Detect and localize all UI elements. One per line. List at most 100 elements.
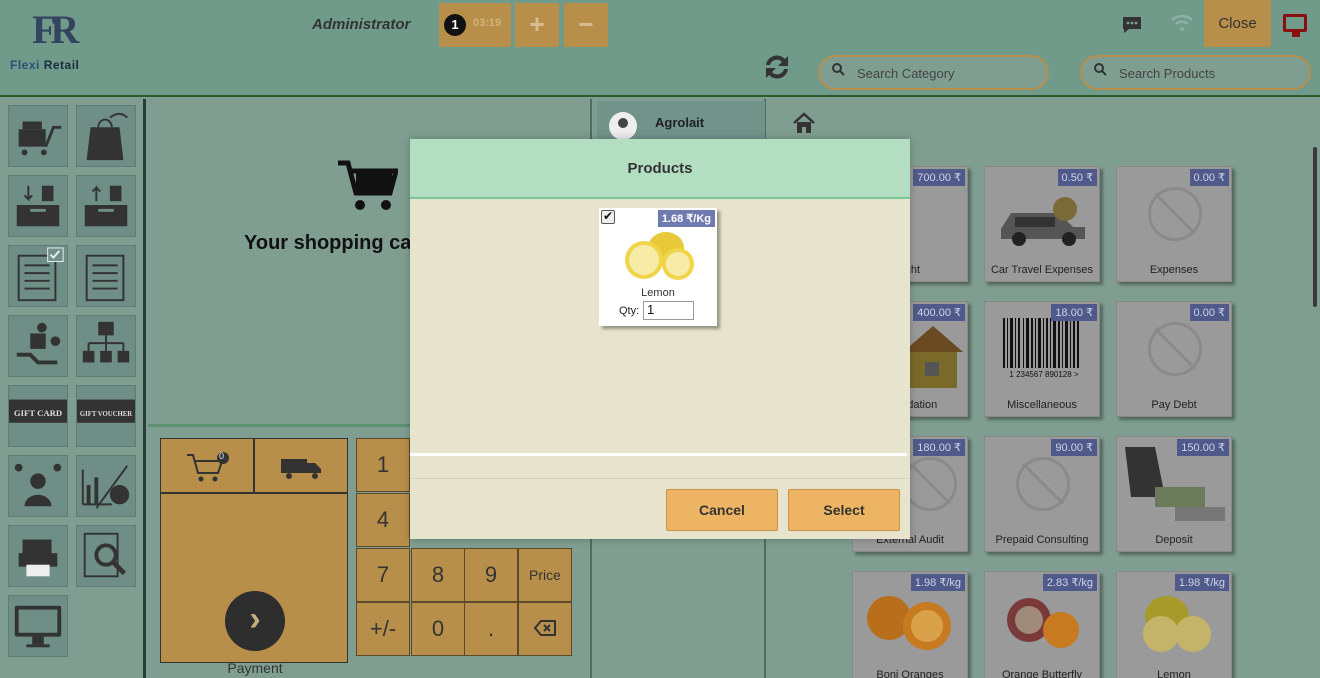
- search-icon: [832, 63, 845, 79]
- select-button[interactable]: Select: [788, 489, 900, 531]
- numpad-decimal-key[interactable]: .: [464, 602, 518, 656]
- search-category-box[interactable]: Search Category: [818, 55, 1049, 90]
- item-name: Lemon: [641, 287, 675, 299]
- wifi-icon: [1171, 14, 1193, 37]
- print-report-icon[interactable]: [8, 525, 68, 587]
- payment-arrow-icon: ›: [225, 591, 285, 651]
- numpad-key-8[interactable]: 8: [411, 548, 465, 602]
- products-dialog: Products ✔ 1.68 ₹/Kg Lemon Qty: 1 Cancel…: [410, 139, 910, 539]
- logo-text: Flexi Retail: [10, 58, 79, 72]
- product-card[interactable]: 1.98 ₹/kg Boni Oranges: [852, 571, 968, 678]
- refresh-icon[interactable]: [760, 50, 794, 93]
- numpad-price-key[interactable]: Price: [518, 548, 572, 602]
- numpad-backspace-key[interactable]: [518, 602, 572, 656]
- customer-selector[interactable]: Agrolait: [597, 101, 765, 143]
- cart-count-button[interactable]: 0: [160, 438, 254, 493]
- search-category-placeholder: Search Category: [857, 66, 955, 81]
- product-card[interactable]: 0.00 ₹ Pay Debt: [1116, 301, 1232, 417]
- search-products-placeholder: Search Products: [1119, 66, 1216, 81]
- home-icon[interactable]: [792, 112, 816, 140]
- cancel-button[interactable]: Cancel: [666, 489, 778, 531]
- payment-button[interactable]: › Payment: [160, 493, 348, 676]
- product-card[interactable]: 90.00 ₹ Prepaid Consulting: [984, 436, 1100, 552]
- gift-voucher-button[interactable]: GIFT VOUCHER: [76, 385, 136, 447]
- flexi-retail-logo: FR Flexi Retail: [8, 6, 103, 76]
- cash-in-icon[interactable]: [8, 175, 68, 237]
- product-card[interactable]: 150.00 ₹ Deposit: [1116, 436, 1232, 552]
- logo-mark: FR: [32, 7, 79, 52]
- cash-hands-image: [1125, 447, 1225, 521]
- cash-out-icon[interactable]: [76, 175, 136, 237]
- gift-card-button[interactable]: GIFT CARD: [8, 385, 68, 447]
- product-return-icon[interactable]: [8, 315, 68, 377]
- lemon-image: [620, 230, 698, 282]
- numpad-key-4[interactable]: 4: [356, 493, 410, 547]
- numpad-key-9[interactable]: 9: [464, 548, 518, 602]
- search-products-box[interactable]: Search Products: [1080, 55, 1311, 90]
- product-card[interactable]: 1 234567 890128 > 18.00 ₹ Miscellaneous: [984, 301, 1100, 417]
- product-price: 18.00 ₹: [1051, 304, 1097, 321]
- product-name: Prepaid Consulting: [995, 534, 1089, 546]
- gift-cart-icon[interactable]: [8, 105, 68, 167]
- close-button[interactable]: Close: [1204, 0, 1271, 47]
- lemon-image: [1143, 596, 1211, 652]
- checklist-icon[interactable]: [76, 245, 136, 307]
- chat-icon[interactable]: [1121, 15, 1143, 40]
- numpad-key-0[interactable]: 0: [411, 602, 465, 656]
- hierarchy-icon[interactable]: [76, 315, 136, 377]
- numpad-key-7[interactable]: 7: [356, 548, 410, 602]
- customer-name: Agrolait: [655, 115, 705, 130]
- delete-order-button[interactable]: −: [564, 3, 608, 47]
- cart-icon: [187, 452, 229, 482]
- product-card[interactable]: 0.00 ₹ Expenses: [1116, 166, 1232, 282]
- product-price: 400.00 ₹: [913, 304, 965, 321]
- product-price: 150.00 ₹: [1177, 439, 1229, 456]
- dialog-divider: [410, 453, 907, 456]
- product-name: Deposit: [1155, 534, 1193, 546]
- search-icon: [1094, 63, 1107, 79]
- new-order-button[interactable]: +: [515, 3, 559, 47]
- select-checkbox[interactable]: ✔: [601, 210, 615, 224]
- no-image-placeholder-icon: [903, 457, 957, 511]
- product-name: Orange Butterfly: [1001, 669, 1083, 678]
- product-name: Boni Oranges: [876, 669, 944, 678]
- backspace-icon: [533, 620, 556, 636]
- delivery-truck-icon: [281, 459, 321, 479]
- product-name: Miscellaneous: [1007, 399, 1077, 411]
- no-image-placeholder-icon: [1016, 457, 1070, 511]
- product-select-card[interactable]: ✔ 1.68 ₹/Kg Lemon Qty: 1: [599, 208, 717, 326]
- numpad-sign-key[interactable]: +/-: [356, 602, 410, 656]
- order-tab[interactable]: 1 03:19: [439, 3, 511, 47]
- avatar-icon: [609, 112, 637, 140]
- product-price: 90.00 ₹: [1051, 439, 1097, 456]
- product-scrollbar[interactable]: [1313, 147, 1317, 307]
- product-card[interactable]: 0.50 ₹ Car Travel Expenses: [984, 166, 1100, 282]
- analytics-chart-icon[interactable]: [76, 455, 136, 517]
- search-report-icon[interactable]: [76, 525, 136, 587]
- product-price: 2.83 ₹/kg: [1042, 574, 1097, 591]
- shopping-bag-icon[interactable]: [76, 105, 136, 167]
- display-icon[interactable]: [8, 595, 68, 657]
- monitor-icon[interactable]: [1283, 14, 1307, 37]
- delivery-button[interactable]: [254, 438, 348, 493]
- no-image-placeholder-icon: [1148, 187, 1202, 241]
- product-name: Car Travel Expenses: [990, 264, 1094, 276]
- product-card[interactable]: 1.98 ₹/kg Lemon: [1116, 571, 1232, 678]
- qty-label: Qty:: [619, 305, 640, 317]
- product-name: Pay Debt: [1151, 399, 1197, 411]
- product-name: Lemon: [1157, 669, 1191, 678]
- product-card[interactable]: 2.83 ₹/kg Orange Butterfly: [984, 571, 1100, 678]
- checklist-approved-icon[interactable]: [8, 245, 68, 307]
- gift-voucher-label: GIFT VOUCHER: [80, 411, 132, 418]
- product-price: 180.00 ₹: [913, 439, 965, 456]
- header-bar: FR Flexi Retail Administrator 1 03:19 + …: [0, 0, 1320, 97]
- empty-cart-text: Your shopping cart: [244, 232, 426, 254]
- no-image-placeholder-icon: [1148, 322, 1202, 376]
- orange-butterfly-image: [1007, 598, 1079, 648]
- numpad-key-1[interactable]: 1: [356, 438, 410, 492]
- customer-exchange-icon[interactable]: [8, 455, 68, 517]
- qty-input[interactable]: 1: [643, 301, 694, 320]
- product-price: 700.00 ₹: [913, 169, 965, 186]
- product-price: 1.98 ₹/kg: [1174, 574, 1229, 591]
- cashier-name[interactable]: Administrator: [312, 16, 410, 33]
